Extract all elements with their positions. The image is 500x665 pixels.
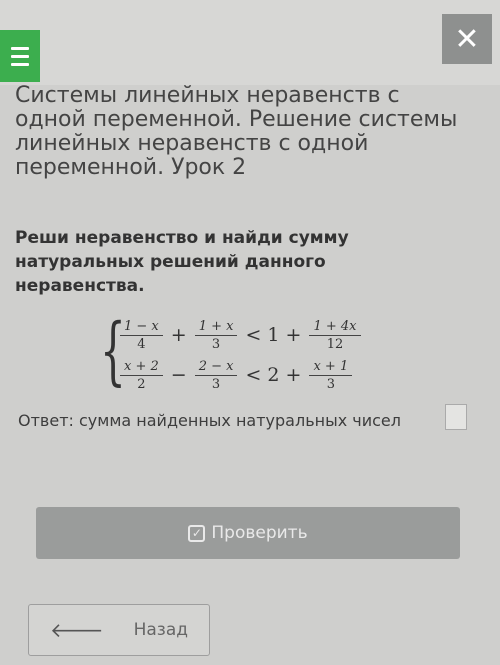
fraction-denominator: 2 bbox=[137, 376, 146, 392]
fraction-numerator: x + 1 bbox=[309, 359, 353, 376]
relation: < 2 + bbox=[245, 364, 302, 386]
inequality-system: { 1 − x 4 + 1 + x 3 < 1 + 1 + 4x 12 x + … bbox=[100, 308, 400, 396]
lesson-title: Системы линейных неравенств с одной пере… bbox=[15, 83, 458, 180]
fraction-denominator: 3 bbox=[211, 336, 221, 352]
fraction-numerator: 1 + 4x bbox=[309, 319, 361, 336]
arrow-left-icon: 🡐 bbox=[49, 618, 104, 642]
back-button-label: Назад bbox=[133, 620, 189, 640]
fraction: 1 + x 3 bbox=[194, 319, 238, 352]
task-prompt: Реши неравенство и найди сумму натуральн… bbox=[15, 228, 349, 296]
operator: + bbox=[170, 324, 187, 346]
hamburger-icon-line bbox=[11, 54, 29, 58]
fraction: x + 2 2 bbox=[120, 359, 163, 392]
checkbox-icon: ✓ bbox=[188, 524, 206, 542]
fraction: 1 − x 4 bbox=[120, 319, 163, 352]
answer-input[interactable] bbox=[445, 404, 467, 430]
fraction-denominator: 12 bbox=[326, 336, 344, 352]
operator: − bbox=[170, 364, 187, 386]
relation: < 1 + bbox=[245, 324, 302, 346]
fraction-numerator: 2 − x bbox=[194, 359, 238, 376]
fraction-numerator: 1 + x bbox=[194, 319, 238, 336]
top-bar: ✕ bbox=[0, 0, 500, 85]
close-button[interactable]: ✕ bbox=[442, 14, 492, 64]
answer-label: Ответ: сумма найденных натуральных чисел bbox=[18, 411, 401, 430]
fraction-numerator: 1 − x bbox=[120, 319, 163, 336]
fraction: 2 − x 3 bbox=[194, 359, 238, 392]
fraction-denominator: 3 bbox=[211, 376, 221, 392]
check-button-label: Проверить bbox=[211, 523, 308, 543]
back-button[interactable]: 🡐 Назад bbox=[28, 604, 210, 656]
fraction: x + 1 3 bbox=[309, 359, 353, 392]
inequality-row-2: x + 2 2 − 2 − x 3 < 2 + x + 1 3 bbox=[120, 356, 353, 394]
check-button[interactable]: ✓ Проверить bbox=[36, 507, 460, 559]
fraction-denominator: 3 bbox=[326, 376, 335, 392]
menu-button[interactable] bbox=[0, 30, 40, 82]
inequality-row-1: 1 − x 4 + 1 + x 3 < 1 + 1 + 4x 12 bbox=[120, 316, 361, 354]
hamburger-icon-line bbox=[11, 62, 29, 66]
hamburger-icon bbox=[11, 46, 29, 50]
fraction-denominator: 4 bbox=[137, 336, 146, 352]
close-icon: ✕ bbox=[454, 21, 480, 57]
fraction-numerator: x + 2 bbox=[120, 359, 163, 376]
fraction: 1 + 4x 12 bbox=[309, 319, 361, 352]
